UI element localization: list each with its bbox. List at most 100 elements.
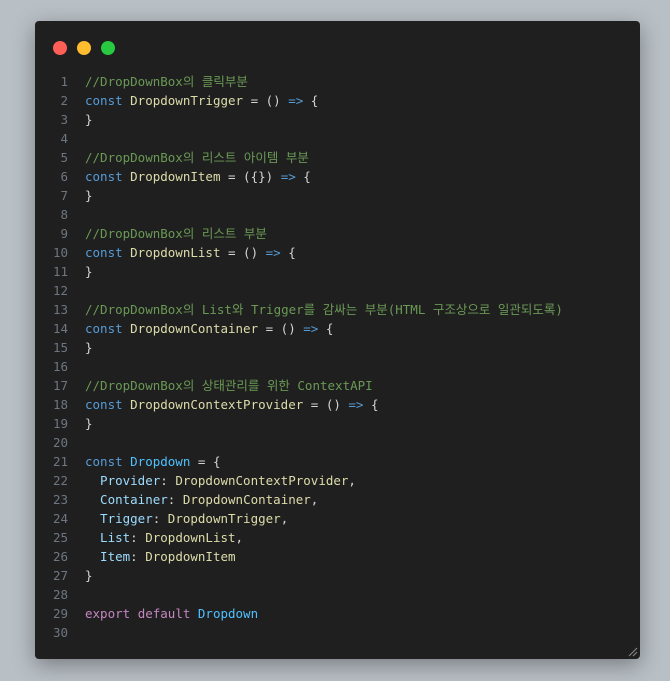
code-token: DropdownContainer (130, 321, 259, 336)
code-token: const (85, 321, 131, 336)
code-token: } (85, 188, 93, 203)
code-line: 23 Container: DropdownContainer, (35, 490, 640, 509)
code-line: 5 //DropDownBox의 리스트 아이템 부분 (35, 148, 640, 167)
code-text: const DropdownContextProvider = () => { (68, 395, 379, 414)
line-number: 17 (52, 378, 68, 393)
code-text: Provider: DropdownContextProvider, (68, 471, 356, 490)
code-token: List (85, 530, 131, 545)
code-line: 30 (35, 623, 640, 642)
code-token: //DropDownBox의 클릭부분 (85, 74, 248, 89)
code-token: const (85, 169, 131, 184)
line-number: 6 (60, 169, 68, 184)
code-token: : (160, 473, 176, 488)
code-token: = { (190, 454, 221, 469)
code-token: } (85, 264, 93, 279)
code-text: Trigger: DropdownTrigger, (68, 509, 288, 528)
code-token: } (85, 568, 93, 583)
code-line: 2 const DropdownTrigger = () => { (35, 91, 640, 110)
resize-grip-icon[interactable] (628, 647, 638, 657)
code-text: const Dropdown = { (68, 452, 220, 471)
code-token: = () (303, 397, 349, 412)
code-text: const DropdownList = () => { (68, 243, 296, 262)
code-line: 10 const DropdownList = () => { (35, 243, 640, 262)
code-token: //DropDownBox의 List와 Trigger를 감싸는 부분(HTM… (85, 302, 563, 317)
code-line: 20 (35, 433, 640, 452)
line-number: 19 (52, 416, 68, 431)
code-text: export default Dropdown (68, 604, 258, 623)
code-token: const (85, 454, 131, 469)
code-token: } (85, 416, 93, 431)
code-token: { (280, 245, 296, 260)
code-text: } (68, 110, 93, 129)
code-token: } (85, 112, 93, 127)
line-number: 11 (52, 264, 68, 279)
code-line: 22 Provider: DropdownContextProvider, (35, 471, 640, 490)
code-text: //DropDownBox의 클릭부분 (68, 72, 248, 91)
line-number: 13 (52, 302, 68, 317)
code-line: 3} (35, 110, 640, 129)
code-line: 18 const DropdownContextProvider = () => … (35, 395, 640, 414)
code-token: , (310, 492, 319, 507)
code-token: => (265, 245, 281, 260)
line-number: 24 (52, 511, 68, 526)
code-token: Container (85, 492, 168, 507)
line-number: 1 (60, 74, 68, 89)
line-number: 21 (52, 454, 68, 469)
line-number: 25 (52, 530, 68, 545)
code-text: //DropDownBox의 리스트 부분 (68, 224, 267, 243)
close-button[interactable] (53, 41, 67, 55)
code-line: 15} (35, 338, 640, 357)
code-line: 25 List: DropdownList, (35, 528, 640, 547)
code-line: 11} (35, 262, 640, 281)
code-token: DropdownTrigger (167, 511, 281, 526)
code-token: Item (85, 549, 131, 564)
code-token: { (318, 321, 334, 336)
code-token: { (363, 397, 379, 412)
code-line: 28 (35, 585, 640, 604)
code-line: 16 (35, 357, 640, 376)
code-token: = () (258, 321, 304, 336)
code-token: , (348, 473, 356, 488)
code-line: 19} (35, 414, 640, 433)
code-token: Trigger (85, 511, 153, 526)
code-token: Dropdown (197, 606, 259, 621)
code-line: 6 const DropdownItem = ({}) => { (35, 167, 640, 186)
line-number: 12 (52, 283, 68, 298)
code-text: } (68, 414, 93, 433)
code-token: DropdownItem (145, 549, 236, 564)
code-token: DropdownTrigger (130, 93, 244, 108)
code-line: 27} (35, 566, 640, 585)
code-line: 9 //DropDownBox의 리스트 부분 (35, 224, 640, 243)
code-token: DropdownList (145, 530, 236, 545)
code-line: 8 (35, 205, 640, 224)
code-text: } (68, 566, 93, 585)
code-text: Container: DropdownContainer, (68, 490, 318, 509)
code-editor[interactable]: 1 //DropDownBox의 클릭부분 2 const DropdownTrigg… (35, 72, 640, 642)
code-token: : (167, 492, 183, 507)
line-number: 22 (52, 473, 68, 488)
code-text: const DropdownContainer = () => { (68, 319, 333, 338)
line-number: 5 (60, 150, 68, 165)
maximize-button[interactable] (101, 41, 115, 55)
minimize-button[interactable] (77, 41, 91, 55)
line-number: 10 (52, 245, 68, 260)
window-controls (53, 41, 115, 55)
code-token: //DropDownBox의 리스트 아이템 부분 (85, 150, 309, 165)
code-line: 14 const DropdownContainer = () => { (35, 319, 640, 338)
code-token: default (137, 606, 198, 621)
code-token: export (85, 606, 138, 621)
code-token: //DropDownBox의 리스트 부분 (85, 226, 267, 241)
code-token: DropdownContainer (182, 492, 311, 507)
code-line: 4 (35, 129, 640, 148)
code-token: , (280, 511, 289, 526)
code-token: , (235, 530, 244, 545)
line-number: 30 (52, 625, 68, 640)
code-token: DropdownContextProvider (130, 397, 304, 412)
code-token: = () (243, 93, 289, 108)
line-number: 9 (60, 226, 68, 241)
code-token: { (295, 169, 311, 184)
